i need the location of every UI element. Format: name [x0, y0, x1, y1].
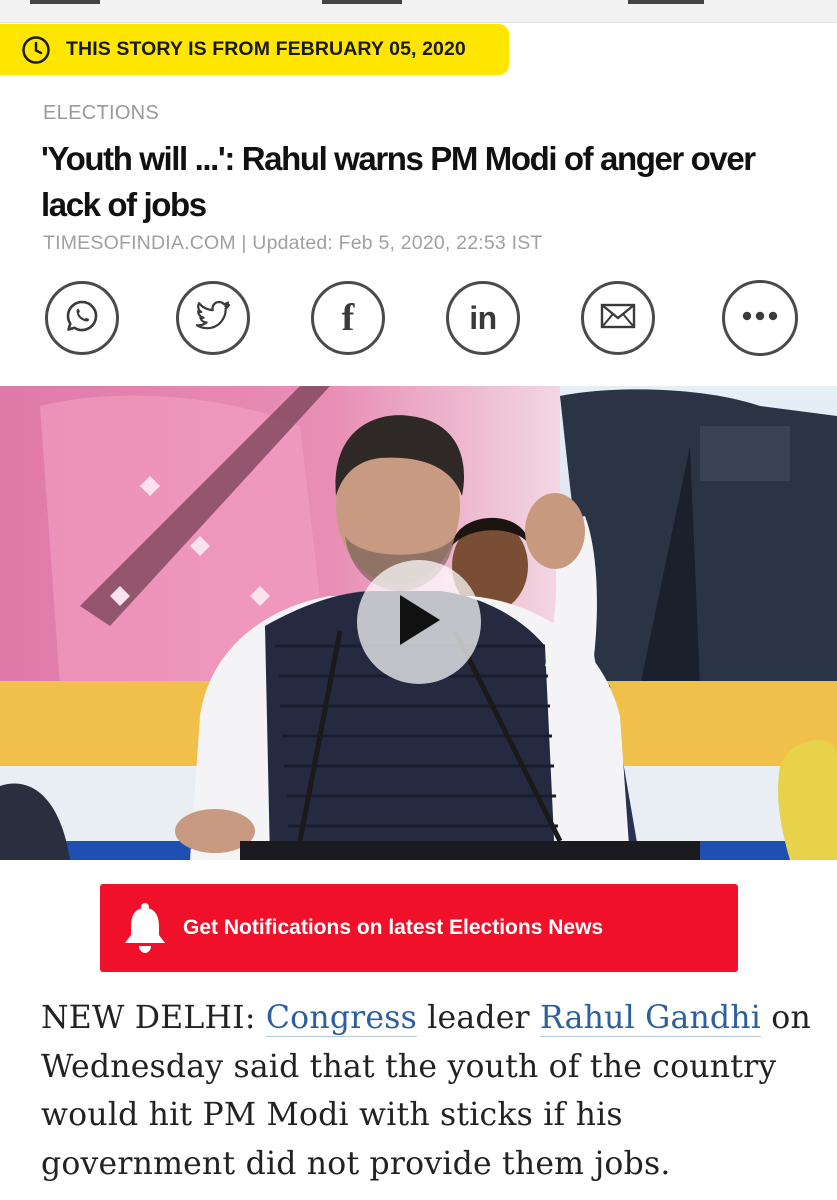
article-body: NEW DELHI: Congress leader Rahul Gandhi …	[41, 994, 811, 1188]
story-date-text: THIS STORY IS FROM FEBRUARY 05, 2020	[66, 38, 466, 60]
article-headline: 'Youth will ...': Rahul warns PM Modi of…	[41, 140, 756, 223]
story-date-banner: THIS STORY IS FROM FEBRUARY 05, 2020	[0, 24, 509, 75]
clock-icon	[20, 34, 52, 66]
link-congress[interactable]: Congress	[265, 1000, 418, 1037]
play-icon	[394, 591, 444, 654]
thumbnail-edge	[322, 0, 402, 4]
share-linkedin-button[interactable]: in	[446, 281, 520, 355]
share-email-button[interactable]	[581, 281, 655, 355]
section-label[interactable]: ELECTIONS	[43, 102, 159, 125]
share-whatsapp-button[interactable]	[45, 281, 119, 355]
article-meta: TIMESOFINDIA.COM | Updated: Feb 5, 2020,…	[43, 232, 543, 254]
play-button[interactable]	[357, 560, 481, 684]
linkedin-icon: in	[469, 300, 497, 336]
thumbnail-edge	[628, 0, 704, 4]
whatsapp-icon	[63, 297, 101, 340]
twitter-icon	[194, 299, 232, 338]
notification-label: Get Notifications on latest Elections Ne…	[183, 916, 604, 939]
share-more-button[interactable]	[722, 280, 798, 356]
previous-content-strip	[0, 0, 837, 23]
more-icon	[740, 309, 780, 327]
facebook-icon: f	[341, 297, 355, 339]
bell-icon	[122, 902, 168, 954]
dateline: NEW DELHI:	[41, 1000, 256, 1036]
thumbnail-edge	[30, 0, 100, 4]
mail-icon	[600, 303, 636, 334]
share-facebook-button[interactable]: f	[311, 281, 385, 355]
link-rahul-gandhi[interactable]: Rahul Gandhi	[540, 1000, 762, 1037]
body-text: leader	[427, 1000, 530, 1036]
notification-signup-button[interactable]: Get Notifications on latest Elections Ne…	[100, 884, 738, 972]
share-twitter-button[interactable]	[176, 281, 250, 355]
